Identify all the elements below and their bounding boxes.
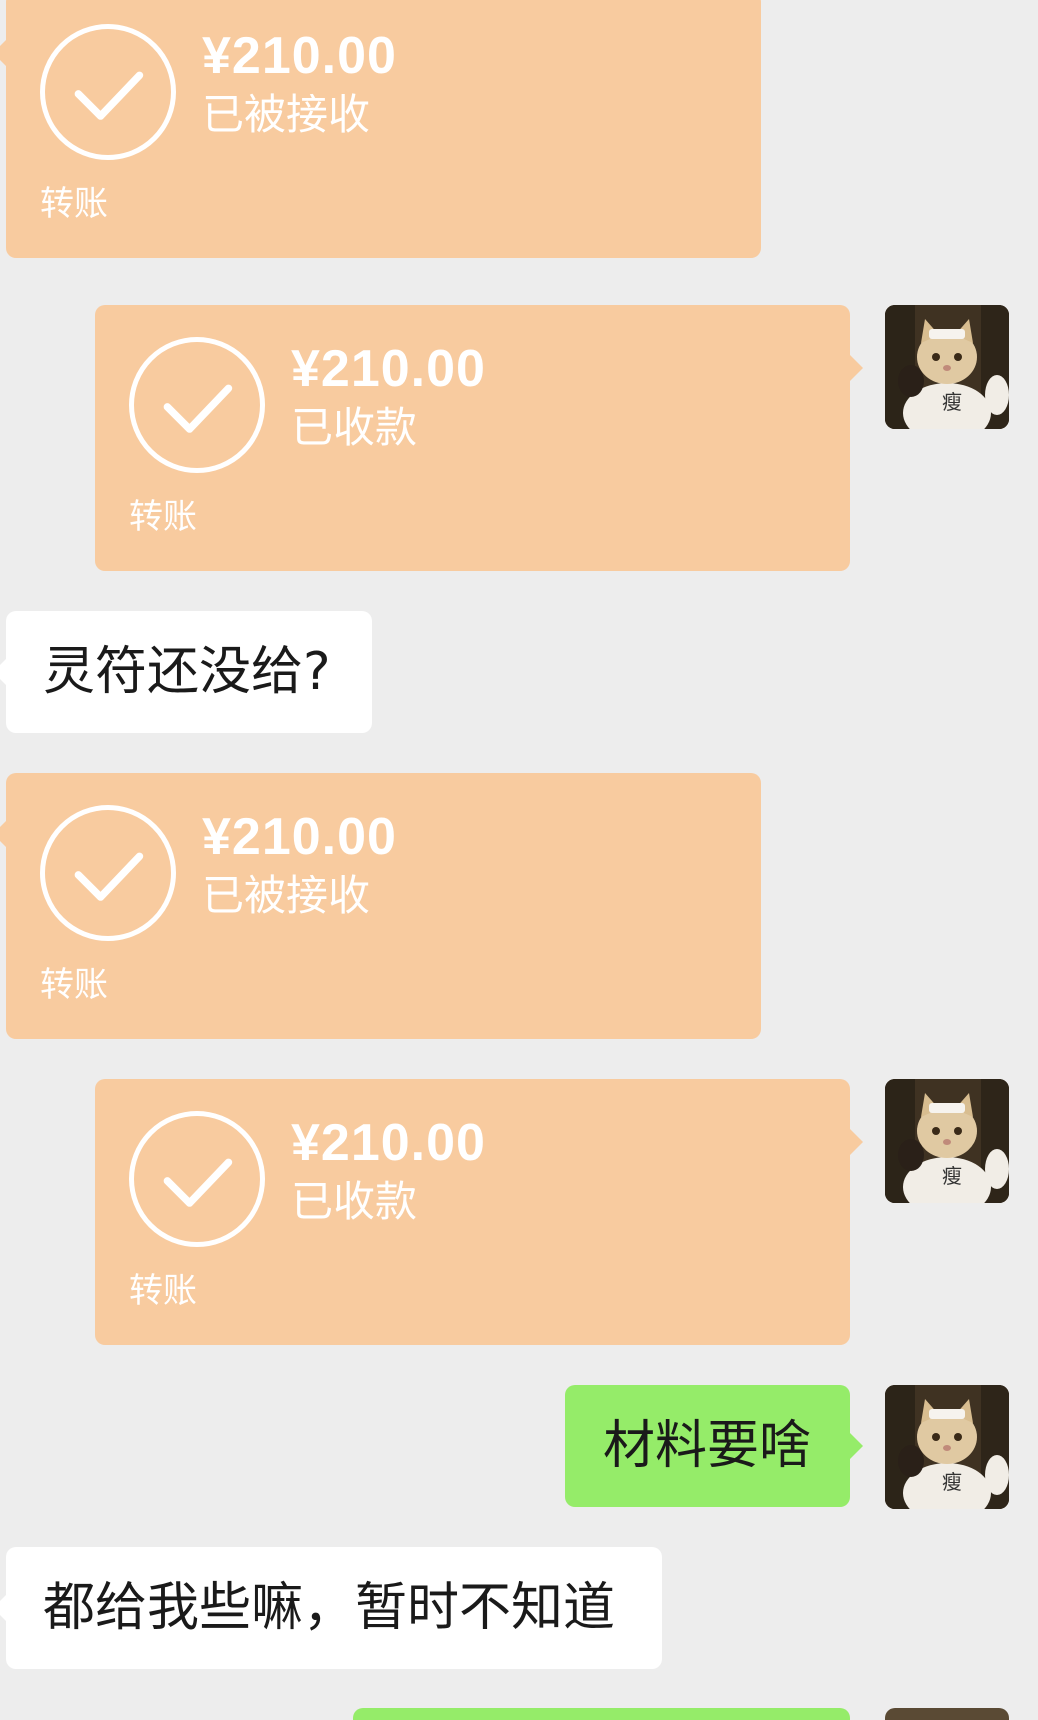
message-text: 都给我些嘛，暂时不知道: [43, 1578, 616, 1638]
message-bubble-outgoing[interactable]: 材料要啥: [565, 1385, 850, 1507]
message-bubble-incoming[interactable]: 灵符还没给?: [6, 611, 372, 733]
transfer-card-collected[interactable]: ¥210.00 已收款 转账: [95, 305, 850, 571]
bubble-tail: [850, 1433, 863, 1459]
cat-avatar-icon[interactable]: 瘦: [885, 305, 1009, 429]
check-circle-icon: [40, 805, 176, 941]
transfer-label: 转账: [40, 184, 108, 224]
transfer-card-received[interactable]: ¥210.00 已被接收 转账: [6, 773, 761, 1039]
transfer-amount: ¥210.00: [202, 808, 397, 866]
transfer-label: 转账: [40, 965, 108, 1005]
transfer-status: 已收款: [291, 1177, 418, 1226]
cat-avatar-icon[interactable]: [885, 1708, 1009, 1720]
bubble-tail: [0, 659, 6, 685]
transfer-status: 已被接收: [202, 871, 371, 920]
bubble-tail: [850, 355, 863, 381]
bubble-tail: [0, 1595, 6, 1621]
message-bubble-outgoing-partial[interactable]: [353, 1708, 850, 1720]
transfer-label: 转账: [129, 497, 197, 537]
check-circle-icon: [129, 1111, 265, 1247]
message-text: 灵符还没给?: [43, 642, 331, 702]
avatar-badge-text: 瘦: [942, 1470, 962, 1494]
transfer-card-collected[interactable]: ¥210.00 已收款 转账: [95, 1079, 850, 1345]
check-circle-icon: [129, 337, 265, 473]
message-bubble-incoming[interactable]: 都给我些嘛，暂时不知道: [6, 1547, 662, 1669]
check-circle-icon: [40, 24, 176, 160]
transfer-status: 已被接收: [202, 90, 371, 139]
transfer-amount: ¥210.00: [291, 1114, 486, 1172]
cat-avatar-icon[interactable]: 瘦: [885, 1079, 1009, 1203]
bubble-tail: [0, 821, 6, 847]
transfer-card-received[interactable]: ¥210.00 已被接收 转账: [6, 0, 761, 258]
cat-avatar-icon[interactable]: 瘦: [885, 1385, 1009, 1509]
transfer-label: 转账: [129, 1271, 197, 1311]
message-text: 材料要啥: [603, 1416, 812, 1476]
avatar-badge-text: 瘦: [942, 1164, 962, 1188]
transfer-status: 已收款: [291, 403, 418, 452]
bubble-tail: [850, 1129, 863, 1155]
avatar-badge-text: 瘦: [942, 390, 962, 414]
bubble-tail: [0, 40, 6, 66]
transfer-amount: ¥210.00: [291, 340, 486, 398]
transfer-amount: ¥210.00: [202, 27, 397, 85]
